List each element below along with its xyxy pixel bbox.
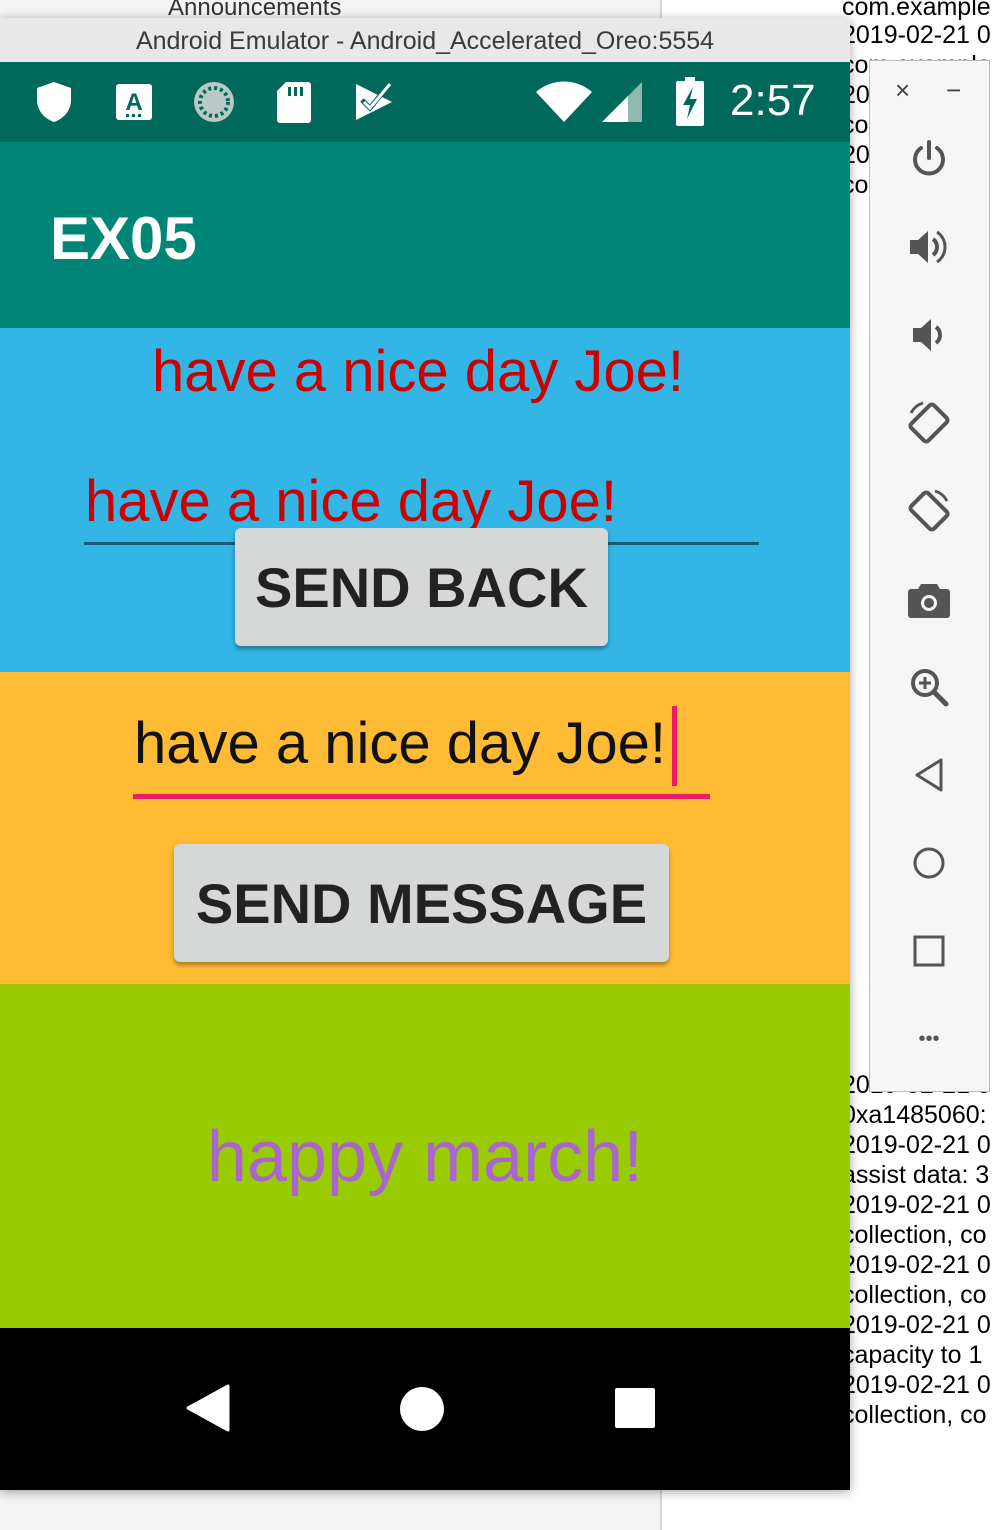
status-time: 2:57 <box>730 76 816 125</box>
log-line: collection, co <box>842 1221 987 1249</box>
received-message-text: have a nice day Joe! <box>152 339 685 404</box>
log-line: 2019-02-21 0 <box>842 21 991 49</box>
recents-icon[interactable] <box>614 1387 656 1429</box>
home-icon[interactable] <box>903 837 955 889</box>
blue-section: have a nice day Joe! have a nice day Joe… <box>0 328 850 672</box>
wifi-icon <box>534 80 594 124</box>
app-title: EX05 <box>50 205 197 272</box>
log-line: 2019-02-21 0 <box>842 1371 991 1399</box>
message-edit-text[interactable]: have a nice day Joe! <box>134 710 666 777</box>
device-screen: A 2:57 EX05 have a nice day Joe! have a … <box>0 62 850 1490</box>
reply-edit-text[interactable]: have a nice day Joe! <box>85 468 617 535</box>
volume-up-icon[interactable] <box>903 221 955 273</box>
log-line: 2019-02-21 0 <box>842 1311 991 1339</box>
log-line: collection, co <box>842 1401 987 1429</box>
close-icon[interactable]: × <box>895 75 910 106</box>
rotate-right-icon[interactable] <box>903 485 955 537</box>
volume-down-icon[interactable] <box>903 309 955 361</box>
text-cursor <box>672 706 677 786</box>
log-line: 2019-02-21 0 <box>842 1131 991 1159</box>
back-icon[interactable] <box>186 1384 230 1432</box>
check-badge-icon <box>352 80 396 124</box>
message-edit-underline <box>133 794 710 799</box>
sync-spinner-icon <box>192 80 236 124</box>
battery-charging-icon <box>670 77 710 126</box>
green-message-text: happy march! <box>206 1117 644 1197</box>
svg-text:A: A <box>125 89 142 116</box>
more-icon[interactable]: ••• <box>903 1013 955 1065</box>
camera-icon[interactable] <box>903 573 955 625</box>
orange-section: have a nice day Joe! SEND MESSAGE <box>0 672 850 984</box>
sd-card-icon <box>272 80 316 124</box>
send-message-button[interactable]: SEND MESSAGE <box>174 844 669 962</box>
status-bar: A 2:57 <box>0 62 850 142</box>
log-line: capacity to 1 <box>842 1341 983 1369</box>
home-icon[interactable] <box>399 1386 445 1432</box>
shield-icon <box>32 80 76 124</box>
log-line: com.example <box>842 0 991 21</box>
keyboard-a-icon: A <box>112 80 156 124</box>
zoom-icon[interactable] <box>903 661 955 713</box>
overview-icon[interactable] <box>903 925 955 977</box>
power-icon[interactable] <box>903 133 955 185</box>
emulator-window: Android Emulator - Android_Accelerated_O… <box>0 18 850 1490</box>
window-title: Android Emulator - Android_Accelerated_O… <box>0 18 850 63</box>
log-line: 2019-02-21 0 <box>842 1251 991 1279</box>
log-line: collection, co <box>842 1281 987 1309</box>
log-line: 0xa1485060: <box>842 1101 987 1129</box>
rotate-left-icon[interactable] <box>903 397 955 449</box>
back-icon[interactable] <box>903 749 955 801</box>
minimize-icon[interactable]: − <box>946 75 961 106</box>
green-section: happy march! <box>0 984 850 1328</box>
log-line: 2019-02-21 0 <box>842 1191 991 1219</box>
navigation-bar <box>0 1328 850 1490</box>
app-bar: EX05 <box>0 142 850 328</box>
signal-icon <box>600 80 644 124</box>
send-back-button[interactable]: SEND BACK <box>235 528 608 646</box>
log-line: assist data: 3 <box>842 1161 990 1189</box>
emulator-side-toolbar: × − ••• <box>869 60 990 1092</box>
